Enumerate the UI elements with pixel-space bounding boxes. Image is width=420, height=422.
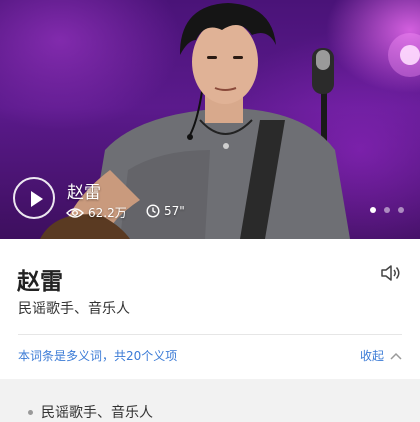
video-duration: 57": [146, 204, 185, 218]
carousel-dot-3[interactable]: [398, 207, 404, 213]
bullet-icon: [28, 409, 33, 415]
hero-video-banner[interactable]: 赵雷 62.2万 57": [0, 0, 420, 239]
speaker-icon: [381, 265, 400, 281]
chevron-up-icon: [390, 352, 402, 360]
polysemy-note-link[interactable]: 本词条是多义词，共20个义项: [18, 347, 177, 364]
play-button[interactable]: [13, 177, 55, 219]
carousel-dot-2[interactable]: [384, 207, 390, 213]
carousel-dot-1[interactable]: [370, 207, 376, 213]
view-count: 62.2万: [66, 204, 127, 221]
sense-label: 民谣歌手、音乐人: [41, 405, 153, 421]
pronunciation-button[interactable]: [380, 264, 402, 286]
collapse-button[interactable]: 收起: [360, 347, 402, 364]
divider: [18, 334, 402, 335]
clock-icon: [146, 204, 160, 218]
page-title: 赵雷: [17, 269, 63, 295]
entry-subtitle: 民谣歌手、音乐人: [18, 301, 130, 317]
play-icon: [31, 191, 43, 207]
carousel-indicator: [370, 207, 404, 213]
view-count-text: 62.2万: [88, 206, 127, 220]
hero-photo: [40, 3, 420, 239]
video-duration-text: 57": [164, 204, 185, 218]
video-title: 赵雷: [67, 183, 101, 203]
collapse-label: 收起: [359, 349, 384, 363]
eye-icon: [66, 207, 84, 218]
sense-list-item[interactable]: 民谣歌手、音乐人: [28, 402, 153, 422]
